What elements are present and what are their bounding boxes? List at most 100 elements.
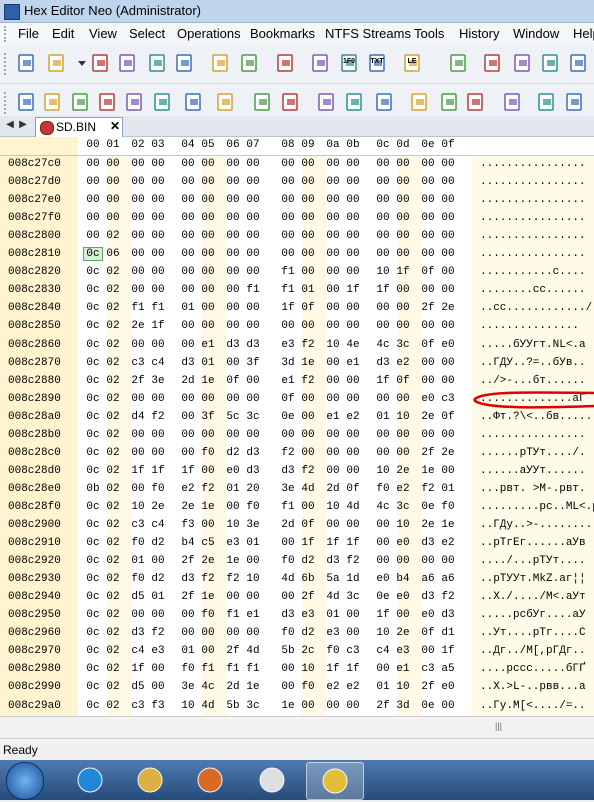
hex-byte[interactable]: f3: [179, 519, 197, 531]
hex-editor-pane[interactable]: 00 01 02 03 04 05 06 07 08 09 0a 0b 0c 0d 0e 0f 008c27c…: [0, 137, 594, 716]
hex-byte[interactable]: 0c: [84, 393, 102, 405]
hex-byte[interactable]: 00: [199, 212, 217, 224]
ascii-row[interactable]: .....рсбУг....аУ: [480, 609, 586, 621]
hex-byte[interactable]: 00: [299, 212, 317, 224]
hex-byte[interactable]: 00: [324, 357, 342, 369]
menu-edit[interactable]: Edit: [52, 26, 74, 41]
hex-byte[interactable]: 00: [199, 519, 217, 531]
hex-byte[interactable]: 00: [104, 158, 122, 170]
hex-byte[interactable]: d3: [179, 357, 197, 369]
hex-byte[interactable]: 0c: [84, 537, 102, 549]
hex-byte[interactable]: 00: [244, 212, 262, 224]
ascii-row[interactable]: ..рТУУт.MkZ.аг¦¦: [480, 573, 586, 585]
hex-byte[interactable]: 00: [324, 375, 342, 387]
hex-byte[interactable]: 02: [104, 393, 122, 405]
hex-byte[interactable]: 00: [224, 158, 242, 170]
hex-byte[interactable]: d3: [224, 339, 242, 351]
hex-byte[interactable]: 01: [374, 681, 392, 693]
hex-byte[interactable]: 00: [224, 302, 242, 314]
ascii-row[interactable]: ..сс............/.: [480, 302, 594, 314]
hex-byte[interactable]: 2f: [419, 681, 437, 693]
hex-byte[interactable]: 00: [299, 429, 317, 441]
hex-byte[interactable]: e1: [199, 339, 217, 351]
hex-byte[interactable]: 0c: [84, 501, 102, 513]
grid-icon[interactable]: [446, 51, 470, 75]
file-explorer-icon[interactable]: [122, 762, 178, 798]
hex-byte[interactable]: 00: [394, 609, 412, 621]
ascii-row[interactable]: ..Дг../M[,рГДг..: [480, 645, 586, 657]
hex-byte[interactable]: 02: [104, 447, 122, 459]
hex-byte[interactable]: 00: [439, 284, 457, 296]
hex-byte[interactable]: b4: [179, 537, 197, 549]
hex-byte[interactable]: 1f: [374, 375, 392, 387]
hex-byte[interactable]: 00: [394, 302, 412, 314]
hex-byte[interactable]: 02: [104, 700, 122, 712]
ascii-row[interactable]: ..../...рТУт....: [480, 555, 586, 567]
hex-byte[interactable]: 00: [439, 248, 457, 260]
hex-byte[interactable]: 02: [104, 573, 122, 585]
hex-byte[interactable]: 00: [374, 158, 392, 170]
hex-byte[interactable]: 00: [439, 230, 457, 242]
hex-byte[interactable]: 00: [344, 700, 362, 712]
hex-byte[interactable]: 00: [299, 194, 317, 206]
hex-byte[interactable]: e2: [324, 681, 342, 693]
copy-icon[interactable]: [250, 90, 274, 114]
hex-byte[interactable]: f0: [439, 501, 457, 513]
hex-byte[interactable]: 00: [129, 266, 147, 278]
hex-byte[interactable]: 00: [179, 212, 197, 224]
hex-byte[interactable]: f2: [344, 555, 362, 567]
hex-byte[interactable]: d3: [374, 357, 392, 369]
hex-byte[interactable]: 00: [419, 645, 437, 657]
hex-byte[interactable]: 01: [149, 591, 167, 603]
hex-byte[interactable]: 00: [299, 230, 317, 242]
hex-byte[interactable]: d3: [279, 465, 297, 477]
hex-byte[interactable]: 1f: [394, 266, 412, 278]
hex-byte[interactable]: 00: [299, 266, 317, 278]
hex-byte[interactable]: 00: [344, 393, 362, 405]
hex-byte[interactable]: d2: [224, 447, 242, 459]
hex-byte[interactable]: c3: [419, 663, 437, 675]
hex-byte[interactable]: 00: [419, 357, 437, 369]
hex-byte[interactable]: c5: [199, 537, 217, 549]
start-orb-icon[interactable]: [6, 762, 44, 800]
hex-byte[interactable]: 0f: [299, 302, 317, 314]
hex-byte[interactable]: 3f: [199, 411, 217, 423]
hex-byte[interactable]: 00: [394, 176, 412, 188]
hex-byte[interactable]: 4d: [324, 591, 342, 603]
hex-byte[interactable]: e1: [344, 357, 362, 369]
hex-byte[interactable]: 00: [439, 158, 457, 170]
hex-byte[interactable]: 00: [199, 393, 217, 405]
ascii-row[interactable]: ........сс......: [480, 284, 586, 296]
find-icon[interactable]: [480, 51, 504, 75]
hex-byte[interactable]: 00: [224, 212, 242, 224]
hex-byte[interactable]: 3c: [244, 411, 262, 423]
hex-byte[interactable]: 00: [149, 266, 167, 278]
hex-byte[interactable]: 0c: [84, 375, 102, 387]
hex-byte[interactable]: 00: [179, 266, 197, 278]
close-all-icon[interactable]: [237, 51, 261, 75]
edit-icon[interactable]: [68, 90, 92, 114]
hex-byte[interactable]: 0b: [84, 483, 102, 495]
hex-byte[interactable]: 3e: [244, 519, 262, 531]
hex-byte[interactable]: 00: [324, 194, 342, 206]
hex-byte[interactable]: 0e: [279, 411, 297, 423]
hex-byte[interactable]: 00: [279, 248, 297, 260]
hex-byte[interactable]: 00: [244, 375, 262, 387]
refresh-icon[interactable]: [273, 51, 297, 75]
hex-byte[interactable]: 10: [179, 700, 197, 712]
hex-byte[interactable]: 00: [324, 248, 342, 260]
hex-byte[interactable]: 10: [129, 501, 147, 513]
hex-byte[interactable]: 2c: [299, 645, 317, 657]
hex-byte[interactable]: 02: [104, 284, 122, 296]
hex-byte[interactable]: 00: [129, 284, 147, 296]
hex-byte[interactable]: 00: [299, 320, 317, 332]
hex-byte[interactable]: 00: [394, 158, 412, 170]
hex-byte[interactable]: 00: [279, 320, 297, 332]
close-tab-icon[interactable]: ✕: [110, 119, 120, 133]
redo-icon[interactable]: [40, 90, 64, 114]
tab-sd-bin[interactable]: SD.BIN ✕: [35, 117, 123, 137]
hex-byte[interactable]: 00: [149, 429, 167, 441]
hex-byte[interactable]: 20: [244, 483, 262, 495]
hex-byte[interactable]: a6: [439, 573, 457, 585]
hex-byte[interactable]: 0c: [84, 339, 102, 351]
